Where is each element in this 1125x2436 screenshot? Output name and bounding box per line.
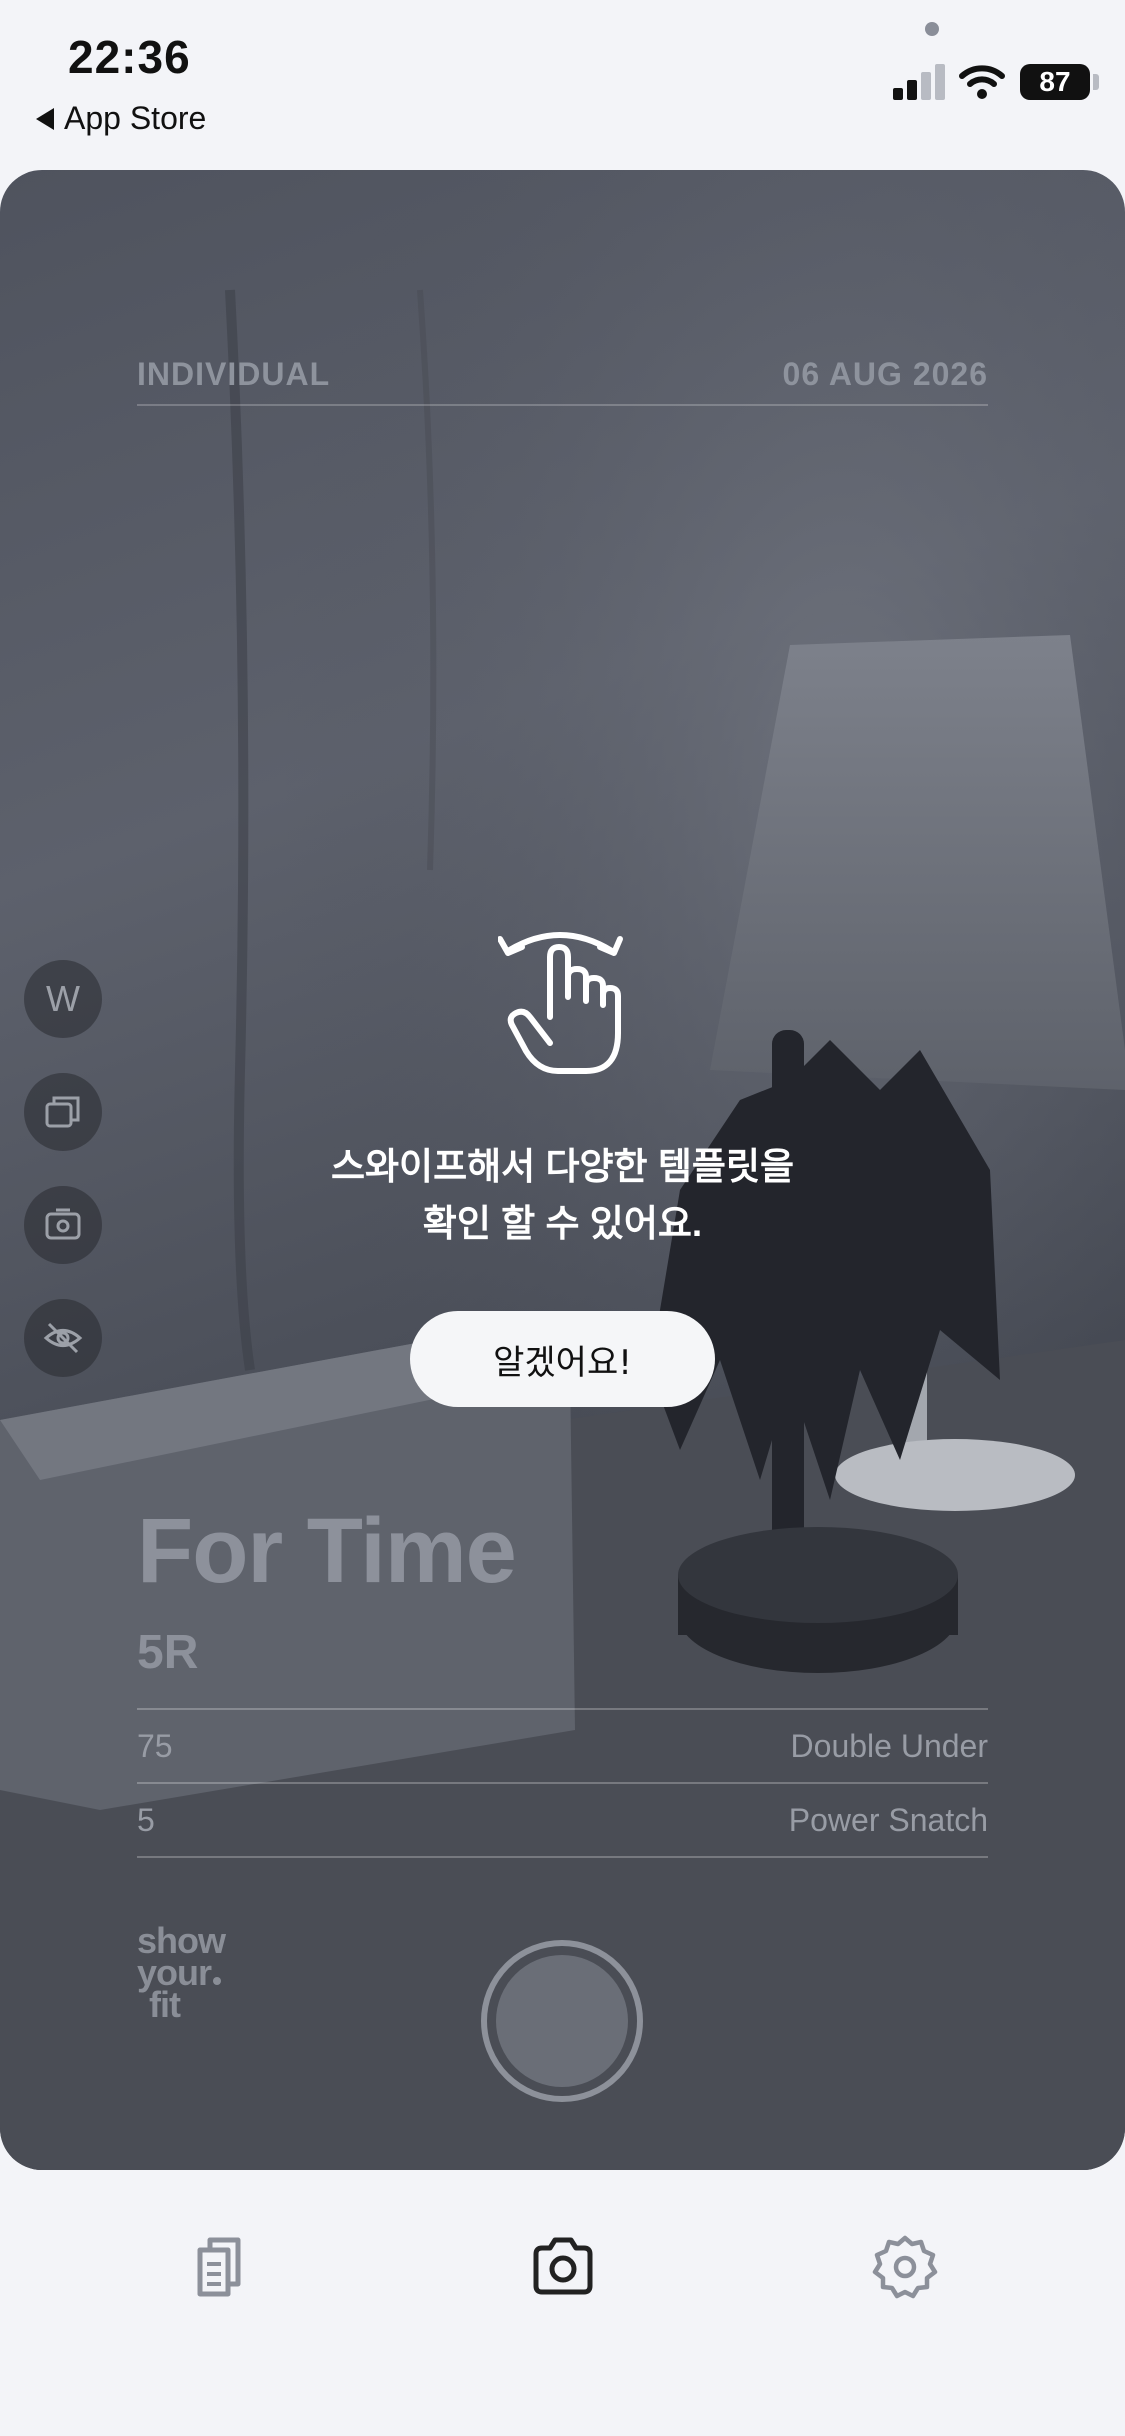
battery-tip xyxy=(1093,74,1099,90)
swipe-guide-overlay: 스와이프해서 다양한 템플릿을 확인 할 수 있어요. 알겠어요! xyxy=(0,170,1125,2170)
swipe-hand-icon xyxy=(498,932,623,1074)
status-time: 22:36 xyxy=(68,31,191,83)
camera-icon[interactable] xyxy=(530,2234,596,2300)
bottom-tab-bar xyxy=(0,2170,1125,2436)
camera-preview-card[interactable]: INDIVIDUAL 06 AUG 2026 W For Time 5R 75 … xyxy=(0,170,1125,2170)
swipe-guide-text: 스와이프해서 다양한 템플릿을 확인 할 수 있어요. xyxy=(200,1138,925,1252)
status-bar: 22:36 App Store 87 xyxy=(0,0,1125,170)
got-it-button[interactable]: 알겠어요! xyxy=(410,1311,715,1407)
guide-line-1: 스와이프해서 다양한 템플릿을 xyxy=(330,1146,795,1187)
wifi-icon xyxy=(959,65,1005,99)
guide-line-2: 확인 할 수 있어요. xyxy=(422,1203,703,1244)
cellular-signal-icon xyxy=(893,64,945,100)
back-triangle-icon xyxy=(36,107,54,130)
document-icon[interactable] xyxy=(186,2234,252,2300)
battery-level: 87 xyxy=(1039,66,1071,97)
battery-indicator: 87 xyxy=(1020,64,1090,100)
back-to-app-store-link[interactable]: App Store xyxy=(36,100,206,137)
gear-icon[interactable] xyxy=(872,2234,938,2300)
camera-indicator-dot xyxy=(925,22,939,36)
back-label: App Store xyxy=(64,100,207,136)
